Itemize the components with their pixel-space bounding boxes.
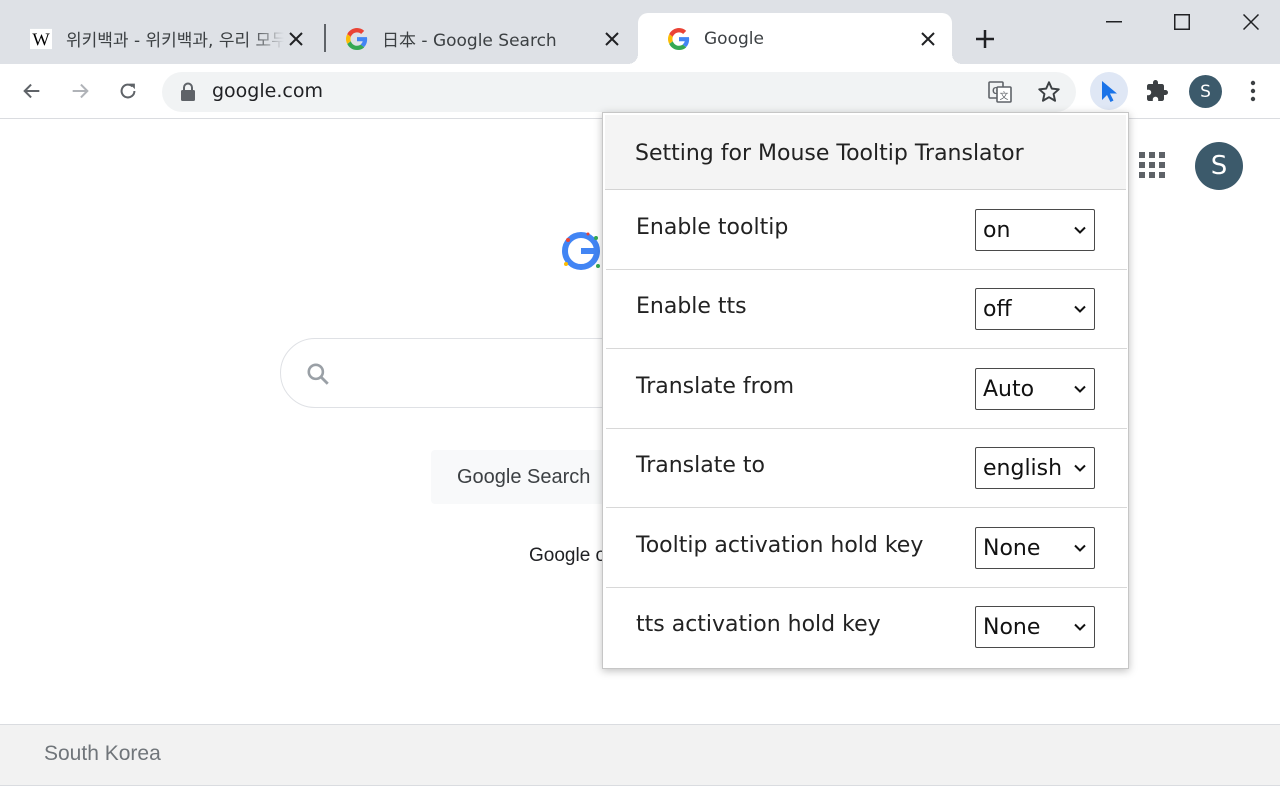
setting-row-enable-tts: Enable tts off bbox=[606, 269, 1127, 349]
close-window-button[interactable] bbox=[1231, 4, 1271, 40]
footer: South Korea bbox=[0, 724, 1280, 786]
setting-label: tts activation hold key bbox=[636, 612, 881, 637]
google-search-button[interactable]: Google Search bbox=[431, 450, 621, 504]
reload-icon bbox=[120, 83, 136, 99]
tooltip-hold-key-select[interactable]: None bbox=[975, 527, 1095, 569]
maximize-icon bbox=[1174, 14, 1190, 30]
reload-button[interactable] bbox=[111, 74, 145, 108]
setting-label: Tooltip activation hold key bbox=[636, 533, 924, 558]
translate-from-select[interactable]: Auto bbox=[975, 368, 1095, 410]
browser-toolbar: google.com G文 S bbox=[0, 64, 1280, 119]
chevron-down-icon bbox=[1074, 305, 1086, 313]
select-value: None bbox=[983, 615, 1041, 640]
google-doodle-logo[interactable] bbox=[558, 226, 608, 276]
forward-button[interactable] bbox=[63, 74, 97, 108]
profile-avatar[interactable]: S bbox=[1189, 75, 1222, 108]
select-value: on bbox=[983, 218, 1011, 243]
tab-title: Google bbox=[704, 28, 764, 49]
tab-title: 위키백과 - 위키백과, 우리 모두 bbox=[66, 31, 284, 51]
setting-row-enable-tooltip: Enable tooltip on bbox=[606, 190, 1127, 270]
plus-icon bbox=[976, 30, 994, 48]
tts-hold-key-select[interactable]: None bbox=[975, 606, 1095, 648]
minimize-window-button[interactable] bbox=[1094, 4, 1134, 40]
setting-row-tts-hold-key: tts activation hold key None bbox=[606, 587, 1127, 667]
google-icon bbox=[668, 27, 690, 50]
arrow-left-icon bbox=[23, 83, 40, 99]
select-value: None bbox=[983, 536, 1041, 561]
tab-title: 日本 - Google Search bbox=[382, 31, 557, 51]
select-value: off bbox=[983, 297, 1012, 322]
back-button[interactable] bbox=[15, 74, 49, 108]
chrome-menu-button[interactable] bbox=[1236, 74, 1270, 108]
translate-page-icon[interactable]: G文 bbox=[988, 80, 1012, 104]
chevron-down-icon bbox=[1074, 544, 1086, 552]
lock-icon bbox=[181, 82, 195, 101]
puzzle-icon bbox=[1147, 80, 1168, 101]
address-bar[interactable]: google.com G文 bbox=[162, 72, 1076, 112]
footer-country: South Korea bbox=[44, 742, 161, 765]
close-tab-icon[interactable] bbox=[284, 27, 308, 51]
tab-wikipedia[interactable]: W 위키백과 - 위키백과, 우리 모두 bbox=[0, 13, 320, 64]
tab-google-active[interactable]: Google bbox=[628, 13, 962, 64]
google-icon bbox=[346, 27, 368, 50]
close-tab-icon[interactable] bbox=[600, 27, 624, 51]
bookmark-star-icon[interactable] bbox=[1036, 79, 1062, 105]
search-icon bbox=[307, 363, 329, 385]
tab-strip: W 위키백과 - 위키백과, 우리 모두 日本 - Google Search … bbox=[0, 0, 1280, 64]
extensions-button[interactable] bbox=[1140, 74, 1174, 108]
chevron-down-icon bbox=[1074, 464, 1086, 472]
google-apps-icon[interactable] bbox=[1138, 151, 1166, 179]
more-vert-icon bbox=[1250, 80, 1256, 102]
setting-row-translate-to: Translate to english bbox=[606, 428, 1127, 508]
chevron-down-icon bbox=[1074, 385, 1086, 393]
popup-header: Setting for Mouse Tooltip Translator bbox=[605, 115, 1126, 190]
mouse-tooltip-translator-extension-button[interactable] bbox=[1090, 72, 1128, 110]
close-tab-icon[interactable] bbox=[916, 27, 940, 51]
chevron-down-icon bbox=[1074, 623, 1086, 631]
cursor-arrow-icon bbox=[1102, 81, 1117, 102]
maximize-window-button[interactable] bbox=[1162, 4, 1202, 40]
select-value: Auto bbox=[983, 377, 1035, 402]
close-icon bbox=[1243, 14, 1259, 30]
account-avatar[interactable]: S bbox=[1195, 142, 1243, 190]
wikipedia-icon: W bbox=[30, 28, 52, 50]
chevron-down-icon bbox=[1074, 226, 1086, 234]
enable-tts-select[interactable]: off bbox=[975, 288, 1095, 330]
offered-in-text: Google offered in: bbox=[529, 545, 609, 566]
setting-label: Enable tts bbox=[636, 294, 747, 319]
setting-label: Enable tooltip bbox=[636, 215, 789, 240]
setting-label: Translate from bbox=[636, 374, 795, 399]
new-tab-button[interactable] bbox=[970, 24, 1000, 54]
url-text: google.com bbox=[212, 80, 323, 102]
select-value: english bbox=[983, 456, 1063, 481]
enable-tooltip-select[interactable]: on bbox=[975, 209, 1095, 251]
svg-text:W: W bbox=[32, 29, 50, 49]
tab-google-search[interactable]: 日本 - Google Search bbox=[316, 13, 636, 64]
setting-row-translate-from: Translate from Auto bbox=[606, 349, 1127, 429]
arrow-right-icon bbox=[72, 83, 89, 99]
popup-title: Setting for Mouse Tooltip Translator bbox=[635, 141, 1024, 166]
translate-to-select[interactable]: english bbox=[975, 447, 1095, 489]
minimize-icon bbox=[1106, 21, 1122, 23]
setting-label: Translate to bbox=[636, 453, 765, 478]
setting-row-tooltip-hold-key: Tooltip activation hold key None bbox=[606, 508, 1127, 588]
extension-settings-popup: Setting for Mouse Tooltip Translator Ena… bbox=[602, 112, 1129, 669]
svg-text:文: 文 bbox=[999, 90, 1008, 102]
